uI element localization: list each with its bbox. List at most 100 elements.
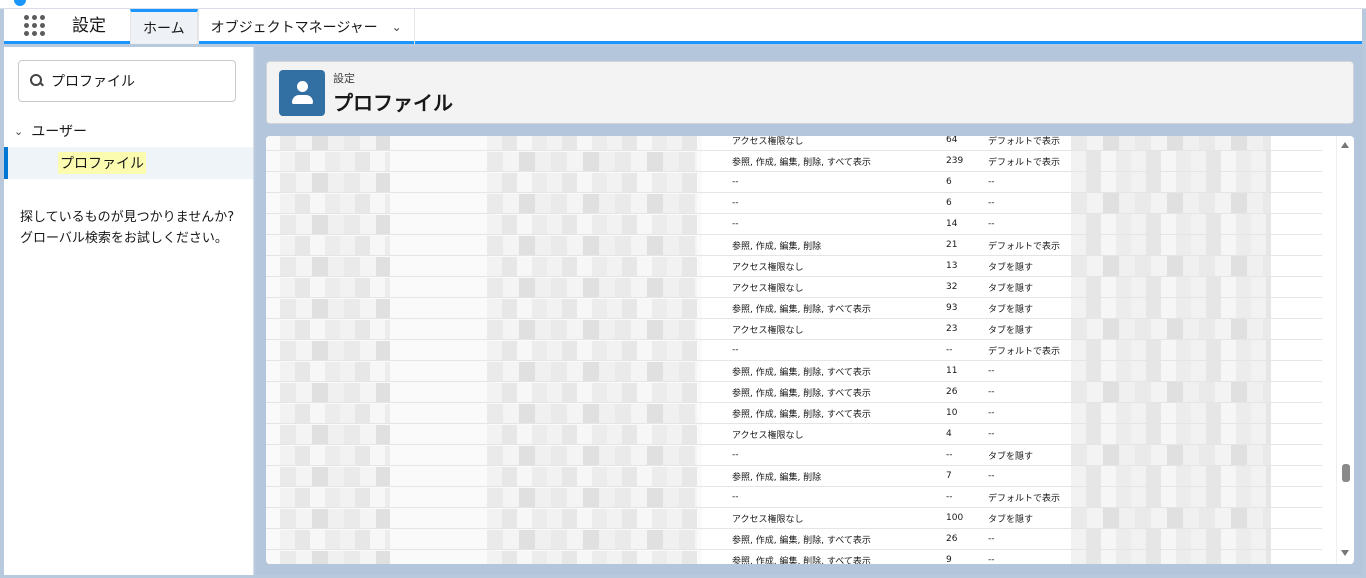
table-row[interactable]: 参照, 作成, 編集, 削除, すべて表示 239 デフォルトで表示 (266, 151, 1322, 172)
tab-setting-cell: -- (988, 408, 995, 418)
redacted-cell (1071, 487, 1271, 507)
table-row[interactable]: アクセス権限なし 32 タブを隠す (266, 277, 1322, 298)
redacted-cell (280, 340, 390, 360)
profile-table: アクセス権限なし 64 デフォルトで表示 参照, 作成, 編集, 削除, すべて表示 2… (266, 136, 1322, 564)
table-row[interactable]: アクセス権限なし 13 タブを隠す (266, 256, 1322, 277)
tree-group-users[interactable]: ⌄ ユーザー (14, 121, 87, 141)
app-launcher-button[interactable] (4, 9, 64, 41)
permission-cell: 参照, 作成, 編集, 削除, すべて表示 (732, 409, 871, 420)
redacted-cell (1071, 214, 1271, 234)
redacted-cell (487, 151, 697, 171)
table-row[interactable]: -- 14 -- (266, 214, 1322, 235)
redacted-cell (280, 424, 390, 444)
table-row[interactable]: -- -- デフォルトで表示 (266, 340, 1322, 361)
table-row[interactable]: 参照, 作成, 編集, 削除, すべて表示 10 -- (266, 403, 1322, 424)
redacted-cell (1071, 424, 1271, 444)
permission-cell: 参照, 作成, 編集, 削除, すべて表示 (732, 304, 871, 315)
permission-cell: アクセス権限なし (732, 262, 804, 273)
redacted-cell (487, 277, 697, 297)
tab-object-manager[interactable]: オブジェクトマネージャー ⌄ (197, 9, 415, 44)
tab-home-label: ホーム (143, 21, 185, 37)
redacted-cell (280, 382, 390, 402)
count-cell: 14 (946, 219, 958, 229)
tab-setting-cell: -- (988, 429, 995, 439)
table-row[interactable]: -- 6 -- (266, 193, 1322, 214)
count-cell: -- (946, 492, 953, 502)
permission-cell: 参照, 作成, 編集, 削除, すべて表示 (732, 556, 871, 565)
table-row[interactable]: 参照, 作成, 編集, 削除, すべて表示 26 -- (266, 529, 1322, 550)
page-header: 設定 プロファイル (266, 61, 1354, 124)
search-icon (29, 73, 45, 89)
permission-cell: 参照, 作成, 編集, 削除, すべて表示 (732, 535, 871, 546)
scroll-thumb[interactable] (1342, 464, 1350, 482)
table-row[interactable]: -- -- デフォルトで表示 (266, 487, 1322, 508)
count-cell: 9 (946, 555, 952, 564)
permission-cell: アクセス権限なし (732, 430, 804, 441)
redacted-cell (487, 403, 697, 423)
redacted-cell (280, 172, 390, 192)
redacted-cell (487, 550, 697, 564)
redacted-cell (487, 256, 697, 276)
table-row[interactable]: -- -- タブを隠す (266, 445, 1322, 466)
count-cell: 23 (946, 324, 958, 334)
main-content: 設定 プロファイル アクセス権限なし 64 デフォルトで表示 参照, 作成, 編集, … (256, 47, 1362, 575)
count-cell: 26 (946, 534, 958, 544)
table-row[interactable]: アクセス権限なし 100 タブを隠す (266, 508, 1322, 529)
count-cell: 4 (946, 429, 952, 439)
redacted-cell (280, 214, 390, 234)
tab-setting-cell: タブを隠す (988, 304, 1034, 315)
vertical-scrollbar[interactable] (1336, 136, 1354, 564)
redacted-cell (280, 508, 390, 528)
redacted-cell (487, 382, 697, 402)
redacted-cell (1071, 319, 1271, 339)
tree-group-label: ユーザー (31, 124, 87, 140)
count-cell: 93 (946, 303, 958, 313)
table-row[interactable]: 参照, 作成, 編集, 削除 21 デフォルトで表示 (266, 235, 1322, 256)
redacted-cell (487, 445, 697, 465)
count-cell: 32 (946, 282, 958, 292)
redacted-cell (487, 172, 697, 192)
scroll-up-icon[interactable] (1341, 142, 1349, 148)
tree-item-profiles[interactable]: プロファイル (4, 147, 253, 179)
tab-home[interactable]: ホーム (130, 9, 198, 44)
quick-find-input[interactable]: プロファイル (18, 60, 236, 102)
redacted-cell (1071, 466, 1271, 486)
redacted-cell (487, 319, 697, 339)
table-row[interactable]: 参照, 作成, 編集, 削除, すべて表示 93 タブを隠す (266, 298, 1322, 319)
table-row[interactable]: アクセス権限なし 64 デフォルトで表示 (266, 136, 1322, 151)
count-cell: 10 (946, 408, 958, 418)
tab-setting-cell: -- (988, 219, 995, 229)
redacted-cell (280, 361, 390, 381)
redacted-cell (1071, 172, 1271, 192)
cloud-logo-icon (14, 0, 26, 6)
redacted-cell (487, 340, 697, 360)
no-result-line-2: グローバル検索をお試しください。 (20, 231, 228, 246)
table-row[interactable]: 参照, 作成, 編集, 削除, すべて表示 26 -- (266, 382, 1322, 403)
redacted-cell (487, 193, 697, 213)
table-row[interactable]: -- 6 -- (266, 172, 1322, 193)
tab-setting-cell: デフォルトで表示 (988, 346, 1061, 357)
chevron-down-icon[interactable]: ⌄ (392, 20, 402, 34)
count-cell: 6 (946, 177, 952, 187)
redacted-cell (280, 466, 390, 486)
redacted-cell (280, 403, 390, 423)
app-name: 設定 (72, 16, 106, 36)
table-row[interactable]: 参照, 作成, 編集, 削除, すべて表示 9 -- (266, 550, 1322, 564)
redacted-cell (280, 277, 390, 297)
redacted-cell (280, 193, 390, 213)
redacted-cell (1071, 256, 1271, 276)
chevron-down-icon[interactable]: ⌄ (14, 125, 23, 138)
permission-cell: -- (732, 345, 739, 355)
count-cell: 7 (946, 471, 952, 481)
table-row[interactable]: アクセス権限なし 23 タブを隠す (266, 319, 1322, 340)
table-row[interactable]: 参照, 作成, 編集, 削除, すべて表示 11 -- (266, 361, 1322, 382)
permission-cell: 参照, 作成, 編集, 削除, すべて表示 (732, 367, 871, 378)
tab-setting-cell: タブを隠す (988, 262, 1034, 273)
table-row[interactable]: 参照, 作成, 編集, 削除 7 -- (266, 466, 1322, 487)
table-row[interactable]: アクセス権限なし 4 -- (266, 424, 1322, 445)
scroll-down-icon[interactable] (1341, 550, 1349, 556)
count-cell: 11 (946, 366, 958, 376)
redacted-cell (280, 319, 390, 339)
permission-cell: 参照, 作成, 編集, 削除, すべて表示 (732, 388, 871, 399)
redacted-cell (1071, 382, 1271, 402)
